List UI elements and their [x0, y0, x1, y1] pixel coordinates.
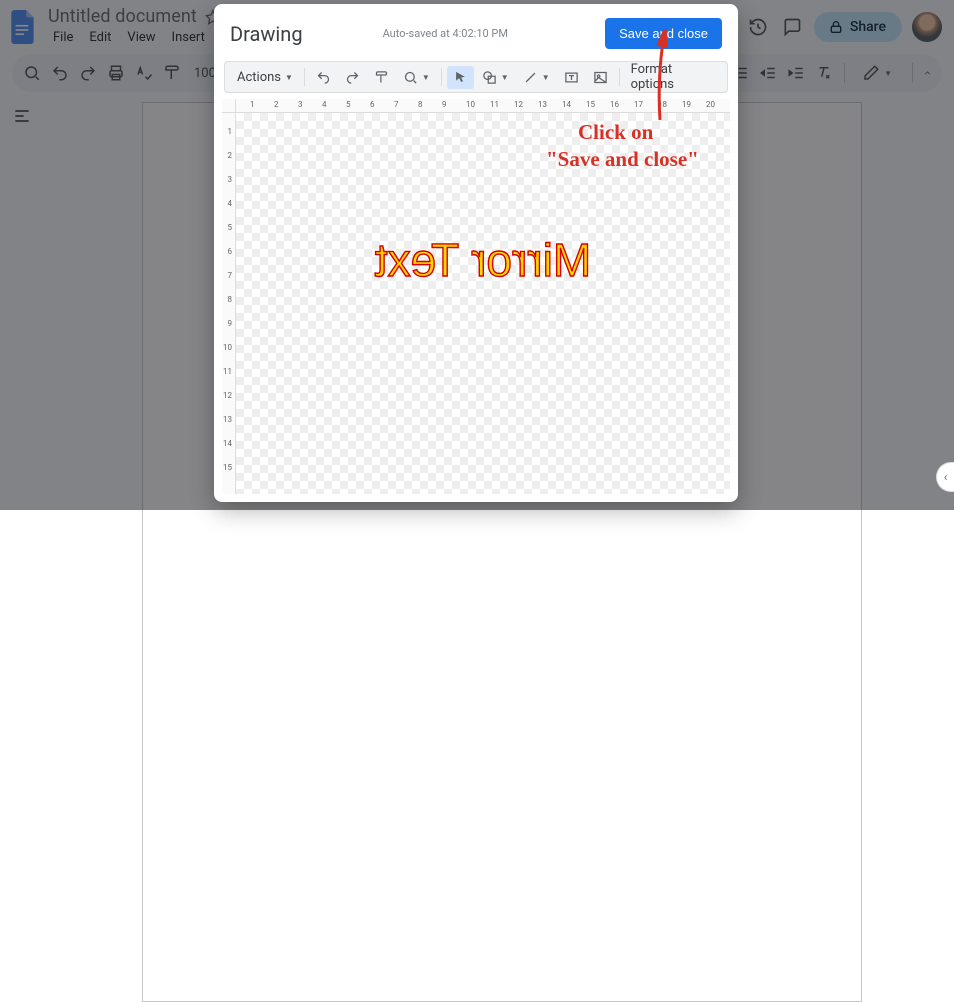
shape-tool-icon[interactable]: ▼ [476, 66, 515, 89]
vertical-ruler: 123456789101112131415 [222, 113, 236, 494]
drawing-modal-header: Drawing Auto-saved at 4:02:10 PM Save an… [214, 4, 738, 61]
drawing-modal-title: Drawing [230, 22, 303, 46]
horizontal-ruler: 123456789101112131415161718192021 [236, 99, 730, 113]
select-tool-icon[interactable] [447, 66, 474, 89]
drawing-canvas[interactable]: Mirror Text [236, 113, 730, 494]
save-and-close-button[interactable]: Save and close [605, 18, 722, 49]
textbox-tool-icon[interactable] [558, 66, 585, 89]
drawing-paint-format-icon[interactable] [368, 66, 395, 89]
drawing-modal: Drawing Auto-saved at 4:02:10 PM Save an… [214, 4, 738, 502]
mirror-text-object[interactable]: Mirror Text [375, 233, 591, 287]
drawing-undo-icon[interactable] [310, 66, 337, 89]
drawing-redo-icon[interactable] [339, 66, 366, 89]
actions-menu[interactable]: Actions▼ [231, 66, 299, 89]
drawing-canvas-wrap: 123456789101112131415161718192021 123456… [222, 99, 730, 494]
image-tool-icon[interactable] [587, 66, 614, 89]
drawing-toolbar: Actions▼ ▼ ▼ ▼ Format options [224, 61, 728, 93]
drawing-autosave-status: Auto-saved at 4:02:10 PM [383, 27, 508, 40]
line-tool-icon[interactable]: ▼ [517, 66, 556, 89]
drawing-zoom-icon[interactable]: ▼ [397, 66, 436, 89]
format-options-button[interactable]: Format options [625, 62, 721, 92]
